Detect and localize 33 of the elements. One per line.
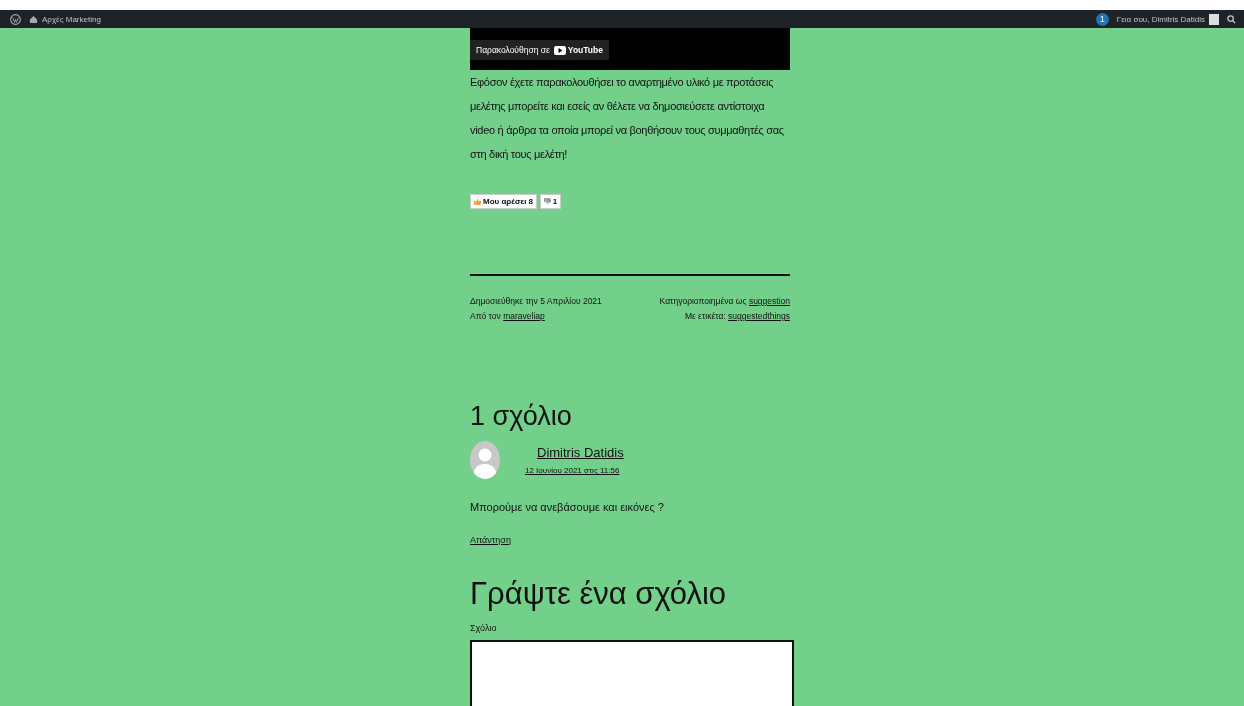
dislike-count: 1: [552, 197, 558, 206]
like-count: 8: [528, 197, 533, 206]
post-paragraph: Εφόσον έχετε παρακολουθήσει το αναρτημένο υλικό με προτάσεις μελέτης μπορείτε και εσείς αν θέλετε να δημοσιεύσετε αντίστοιχα video ή άρθρα τα οποία μπορεί να βοηθήσουν τους συμμαθητές σας στη δική τους μελέτη!: [470, 75, 785, 162]
site-name-link[interactable]: Αρχές Marketing: [42, 14, 101, 24]
tag-link[interactable]: suggestedthings: [728, 311, 790, 321]
avatar-silhouette: [470, 441, 500, 479]
avatar-icon: [1209, 13, 1219, 25]
author-link[interactable]: maraveliap: [503, 311, 545, 321]
video-thumbnail[interactable]: Παρακολούθηση σε YouTube: [470, 28, 790, 70]
notification-badge[interactable]: 1: [1095, 12, 1109, 26]
thumbs-up-icon: [474, 198, 481, 205]
thumbs-down-icon: [543, 198, 551, 205]
published-date: Δημοσιεύθηκε την 5 Απριλίου 2021: [470, 296, 603, 306]
reply-link[interactable]: Απάντηση: [470, 535, 790, 545]
wordpress-logo-icon[interactable]: [10, 13, 21, 25]
dislike-button[interactable]: 1: [539, 194, 562, 209]
author-label: Από τον: [470, 311, 502, 321]
watch-on-youtube-button[interactable]: Παρακολούθηση σε YouTube: [470, 40, 609, 60]
play-icon: [553, 45, 566, 55]
comment-input-field[interactable]: [470, 640, 794, 706]
reply-heading: Γράψτε ένα σχόλιο: [470, 575, 728, 613]
tags-label: Με ετικέτα:: [684, 311, 727, 321]
like-button[interactable]: Μου αρέσει 8: [470, 194, 537, 209]
search-icon[interactable]: [1227, 14, 1236, 24]
greeting-link[interactable]: Γεια σου, Dimitris Datidis: [1116, 14, 1205, 24]
home-icon: [29, 14, 38, 24]
comment-date-link[interactable]: 12 Ιουνίου 2021 στις 11:56: [525, 466, 790, 475]
comments-heading: 1 σχόλιο: [470, 400, 573, 433]
comment-text: Μπορούμε να ανεβάσουμε και εικόνες ?: [470, 501, 665, 513]
comment-author-link[interactable]: Dimitris Datidis: [537, 445, 790, 460]
category-label: Κατηγοριοποιημένα ως: [659, 296, 748, 306]
comment-field-label: Σχόλιο: [470, 623, 498, 633]
category-link[interactable]: suggestion: [748, 296, 790, 306]
